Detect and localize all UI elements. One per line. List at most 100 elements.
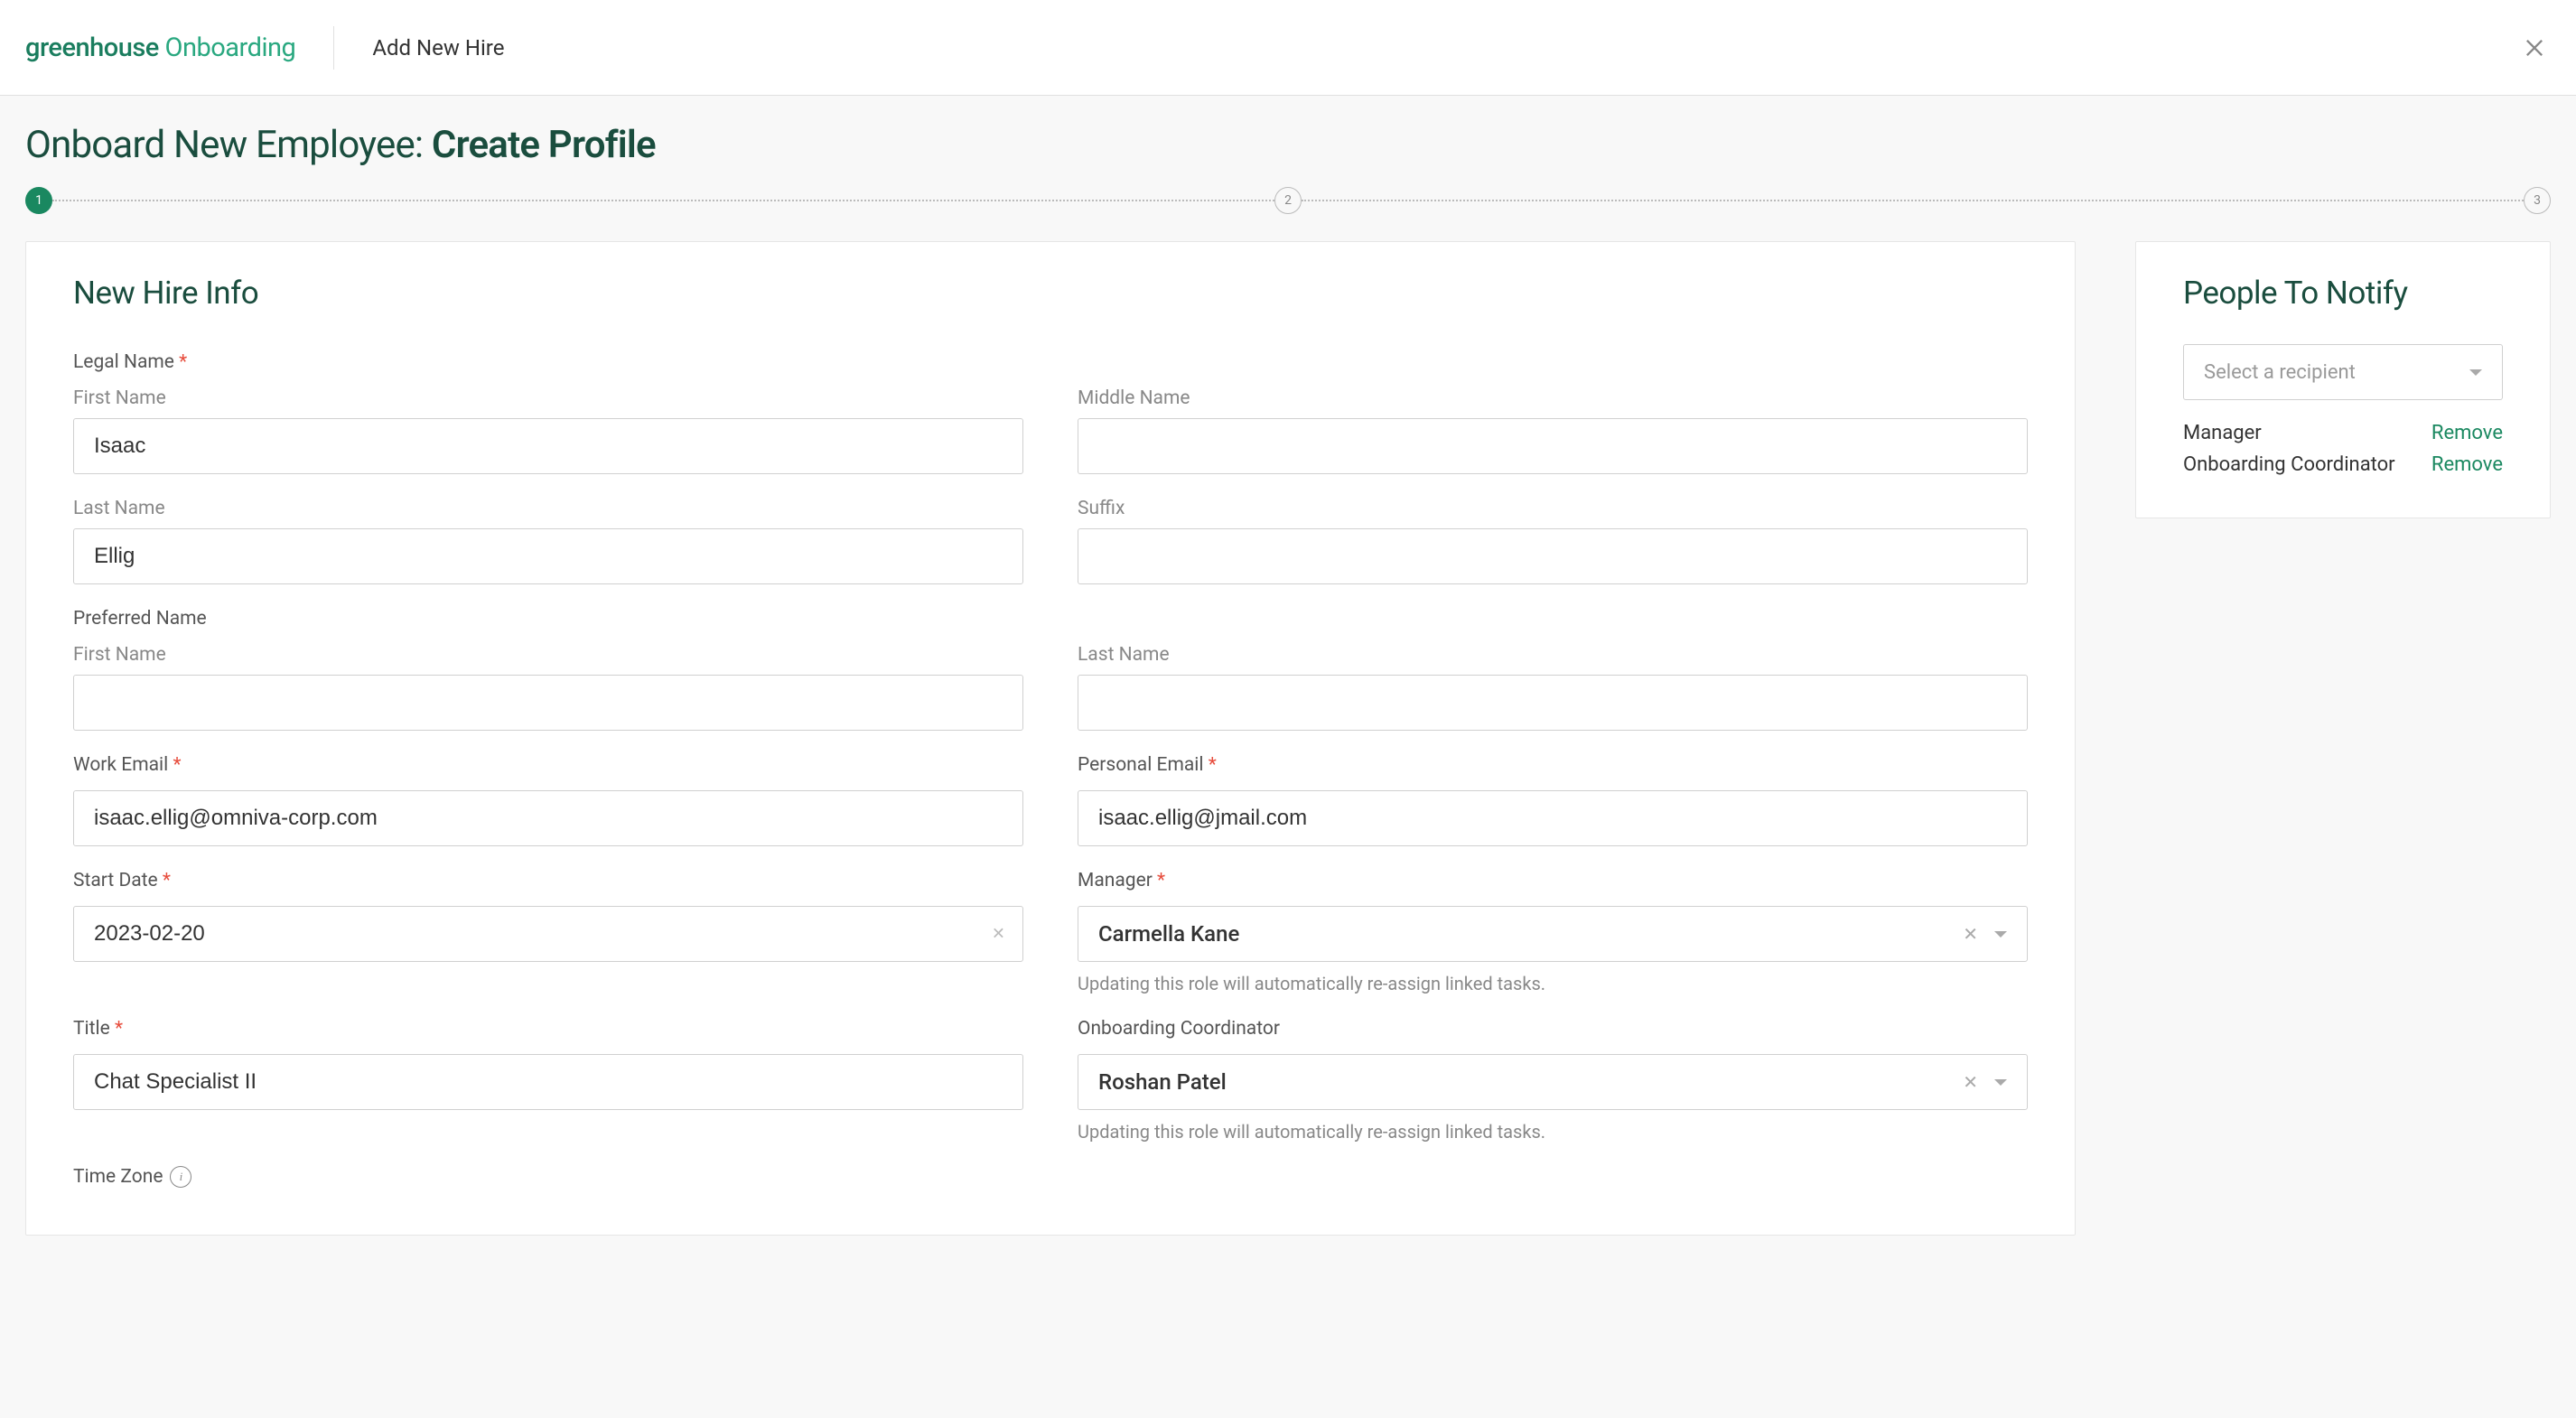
clear-date-icon[interactable]: ✕ [992,925,1005,944]
clear-coordinator-icon[interactable]: ✕ [1963,1071,1978,1093]
first-name-input[interactable] [73,418,1023,474]
pref-first-name-field: First Name [73,644,1023,731]
required-star: * [163,870,171,891]
notify-row-manager: Manager Remove [2183,422,2503,444]
people-to-notify-panel: People To Notify Select a recipient Mana… [2135,241,2551,518]
middle-name-field: Middle Name [1078,387,2028,474]
suffix-field: Suffix [1078,498,2028,584]
start-date-label: Start Date * [73,870,1023,891]
remove-manager-link[interactable]: Remove [2431,422,2503,444]
legal-name-section-label: Legal Name * [73,351,2028,373]
step-3[interactable]: 3 [2524,187,2551,214]
start-manager-row: Start Date * ✕ Manager * Carmella Kane ✕… [73,870,2028,994]
pref-first-name-input[interactable] [73,675,1023,731]
title-field: Title * [73,1018,1023,1143]
work-email-field: Work Email * [73,754,1023,846]
coordinator-label: Onboarding Coordinator [1078,1018,2028,1040]
coordinator-field: Onboarding Coordinator Roshan Patel ✕ Up… [1078,1018,2028,1143]
logo-product: Onboarding [159,33,296,63]
first-name-field: First Name [73,387,1023,474]
preferred-name-row: First Name Last Name [73,644,2028,731]
timezone-label: Time Zone [73,1166,163,1188]
legal-name-row-2: Last Name Suffix [73,498,2028,584]
pref-last-name-field: Last Name [1078,644,2028,731]
manager-select[interactable]: Carmella Kane ✕ [1078,906,2028,962]
start-date-input[interactable] [73,906,1023,962]
last-name-field: Last Name [73,498,1023,584]
legal-name-label-text: Legal Name [73,351,174,373]
people-to-notify-title: People To Notify [2183,275,2503,312]
required-star: * [1209,754,1217,776]
page-title-bold: Create Profile [432,123,656,167]
legal-name-row-1: First Name Middle Name [73,387,2028,474]
first-name-label: First Name [73,387,1023,409]
personal-email-field: Personal Email * [1078,754,2028,846]
last-name-input[interactable] [73,528,1023,584]
manager-label-text: Manager [1078,870,1153,891]
step-line [1302,200,2524,201]
step-line [52,200,1274,201]
coordinator-select[interactable]: Roshan Patel ✕ [1078,1054,2028,1110]
info-icon[interactable]: i [170,1166,191,1188]
manager-field: Manager * Carmella Kane ✕ Updating this … [1078,870,2028,994]
header-page-name: Add New Hire [372,35,504,61]
title-coordinator-row: Title * Onboarding Coordinator Roshan Pa… [73,1018,2028,1143]
notify-label: Manager [2183,422,2262,444]
app-header: greenhouse Onboarding Add New Hire [0,0,2576,96]
start-date-wrapper: ✕ [73,906,1023,962]
manager-label: Manager * [1078,870,2028,891]
suffix-label: Suffix [1078,498,2028,519]
manager-help-text: Updating this role will automatically re… [1078,973,2028,994]
preferred-name-section-label: Preferred Name [73,608,2028,630]
page-title: Onboard New Employee: Create Profile [0,96,2576,187]
close-button[interactable] [2518,32,2551,64]
chevron-down-icon [1994,931,2007,938]
title-input[interactable] [73,1054,1023,1110]
step-2[interactable]: 2 [1274,187,1302,214]
personal-email-label-text: Personal Email [1078,754,1204,776]
step-1[interactable]: 1 [25,187,52,214]
header-divider [333,26,334,70]
timezone-label-row: Time Zone i [73,1166,2028,1188]
logo-brand: greenhouse [25,33,159,63]
chevron-down-icon [1994,1079,2007,1086]
personal-email-input[interactable] [1078,790,2028,846]
chevron-down-icon [2469,369,2482,376]
clear-manager-icon[interactable]: ✕ [1963,923,1978,945]
start-date-label-text: Start Date [73,870,158,891]
remove-coordinator-link[interactable]: Remove [2431,453,2503,476]
page-title-prefix: Onboard New Employee: [25,123,432,167]
email-row: Work Email * Personal Email * [73,754,2028,846]
new-hire-info-title: New Hire Info [73,275,2028,312]
start-date-field: Start Date * ✕ [73,870,1023,994]
title-label-text: Title [73,1018,110,1040]
notify-label: Onboarding Coordinator [2183,453,2395,476]
middle-name-input[interactable] [1078,418,2028,474]
content-area: New Hire Info Legal Name * First Name Mi… [0,241,2576,1272]
title-label: Title * [73,1018,1023,1040]
middle-name-label: Middle Name [1078,387,2028,409]
required-star: * [1157,870,1165,891]
required-star: * [115,1018,123,1040]
manager-select-value: Carmella Kane [1098,921,1963,947]
work-email-label-text: Work Email [73,754,168,776]
required-star: * [179,351,187,373]
logo: greenhouse Onboarding [25,33,295,63]
close-icon [2522,35,2547,61]
coordinator-help-text: Updating this role will automatically re… [1078,1121,2028,1143]
coordinator-select-value: Roshan Patel [1098,1069,1963,1095]
required-star: * [173,754,181,776]
recipient-select-placeholder: Select a recipient [2204,361,2469,384]
new-hire-info-panel: New Hire Info Legal Name * First Name Mi… [25,241,2076,1236]
work-email-input[interactable] [73,790,1023,846]
notify-row-coordinator: Onboarding Coordinator Remove [2183,453,2503,476]
pref-last-name-label: Last Name [1078,644,2028,666]
work-email-label: Work Email * [73,754,1023,776]
last-name-label: Last Name [73,498,1023,519]
personal-email-label: Personal Email * [1078,754,2028,776]
progress-stepper: 1 2 3 [0,187,2576,241]
pref-first-name-label: First Name [73,644,1023,666]
recipient-select[interactable]: Select a recipient [2183,344,2503,400]
pref-last-name-input[interactable] [1078,675,2028,731]
suffix-input[interactable] [1078,528,2028,584]
